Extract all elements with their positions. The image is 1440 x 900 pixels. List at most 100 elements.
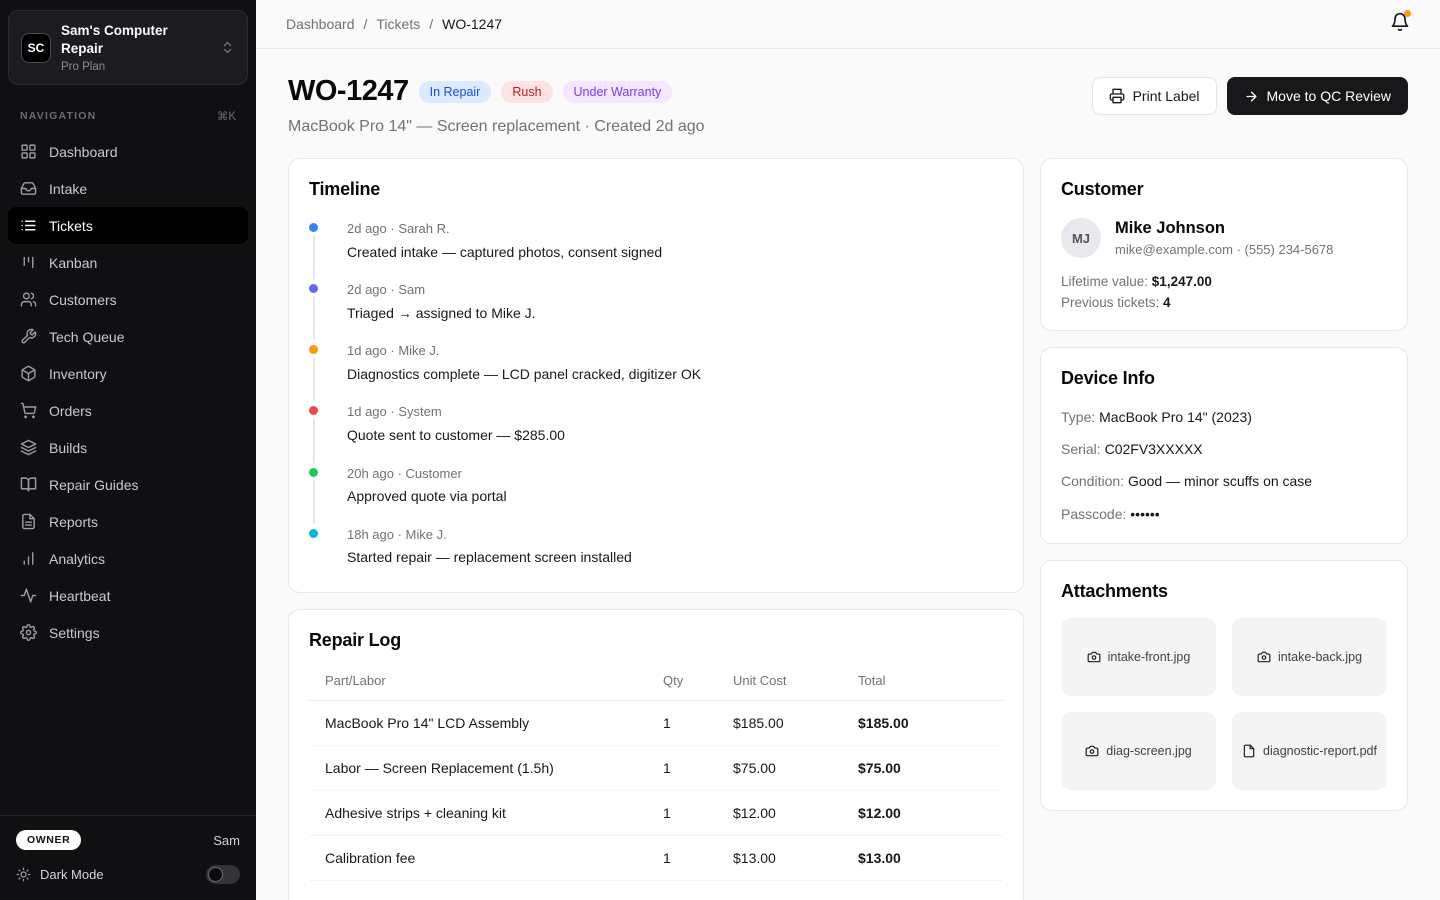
file-icon bbox=[20, 513, 37, 530]
cell-total: $185.00 bbox=[858, 700, 1003, 745]
nav-header: NAVIGATION ⌘K bbox=[8, 109, 248, 123]
book-icon bbox=[20, 476, 37, 493]
sidebar-item-label: Orders bbox=[49, 403, 92, 419]
camera-icon bbox=[1257, 650, 1271, 664]
ticket-subtitle: MacBook Pro 14" — Screen replacement · C… bbox=[288, 118, 705, 136]
timeline-event-text: Started repair — replacement screen inst… bbox=[347, 548, 1003, 568]
customer-identity: Mike Johnson mike@example.com · (555) 23… bbox=[1115, 219, 1333, 257]
dark-mode-toggle[interactable] bbox=[206, 865, 240, 884]
breadcrumb-current: WO-1247 bbox=[442, 16, 502, 32]
cell-total: $12.00 bbox=[858, 790, 1003, 835]
camera-icon bbox=[1085, 744, 1099, 758]
device-condition-row: Condition: Good — minor scuffs on case bbox=[1061, 472, 1387, 490]
content-grid: Timeline 2d ago · Sarah R. Created intak… bbox=[288, 158, 1408, 900]
attachments-card: Attachments intake-front.jpg intake-back… bbox=[1040, 560, 1408, 811]
attachment-tile[interactable]: intake-back.jpg bbox=[1232, 618, 1387, 696]
sidebar-item-reports[interactable]: Reports bbox=[8, 503, 248, 540]
move-to-qc-button[interactable]: Move to QC Review bbox=[1227, 77, 1408, 115]
timeline-event-meta: 2d ago · Sam bbox=[347, 281, 1003, 299]
page-title: WO-1247 bbox=[288, 75, 409, 108]
sidebar: SC Sam's Computer Repair Pro Plan NAVIGA… bbox=[0, 0, 256, 900]
main-area: Dashboard / Tickets / WO-1247 WO-1247 In… bbox=[256, 0, 1440, 900]
attachments-grid: intake-front.jpg intake-back.jpg diag-sc… bbox=[1061, 618, 1387, 790]
sidebar-item-tickets[interactable]: Tickets bbox=[8, 207, 248, 244]
sidebar-item-intake[interactable]: Intake bbox=[8, 170, 248, 207]
sidebar-item-heartbeat[interactable]: Heartbeat bbox=[8, 577, 248, 614]
sidebar-item-customers[interactable]: Customers bbox=[8, 281, 248, 318]
notifications-button[interactable] bbox=[1390, 12, 1410, 37]
attachment-tile[interactable]: diagnostic-report.pdf bbox=[1232, 712, 1387, 790]
activity-icon bbox=[20, 587, 37, 604]
timeline-event: 2d ago · Sam Triaged → assigned to Mike … bbox=[309, 281, 1003, 342]
customer-title: Customer bbox=[1061, 179, 1387, 200]
device-passcode-row: Passcode: •••••• bbox=[1061, 505, 1387, 523]
timeline-event-text: Triaged → assigned to Mike J. bbox=[347, 304, 1003, 324]
device-type-value: MacBook Pro 14" (2023) bbox=[1099, 409, 1252, 425]
timeline-dot bbox=[309, 284, 318, 293]
breadcrumb-dashboard[interactable]: Dashboard bbox=[286, 16, 355, 32]
customer-name: Mike Johnson bbox=[1115, 219, 1333, 238]
sidebar-item-label: Tickets bbox=[49, 218, 93, 234]
device-passcode-value: •••••• bbox=[1130, 506, 1159, 522]
sidebar-item-dashboard[interactable]: Dashboard bbox=[8, 133, 248, 170]
status-badge-under-warranty: Under Warranty bbox=[563, 81, 673, 103]
breadcrumb: Dashboard / Tickets / WO-1247 bbox=[286, 16, 502, 32]
cell-qty: 1 bbox=[663, 700, 733, 745]
device-type-label: Type: bbox=[1061, 409, 1099, 425]
timeline-dot bbox=[309, 529, 318, 538]
sidebar-item-label: Analytics bbox=[49, 551, 105, 567]
file-icon bbox=[1242, 744, 1256, 758]
timeline-dot bbox=[309, 406, 318, 415]
sidebar-item-kanban[interactable]: Kanban bbox=[8, 244, 248, 281]
camera-icon bbox=[1087, 650, 1101, 664]
cell-part: Calibration fee bbox=[309, 835, 663, 880]
attachment-tile[interactable]: diag-screen.jpg bbox=[1061, 712, 1216, 790]
column-header: Qty bbox=[663, 659, 733, 701]
sidebar-item-label: Repair Guides bbox=[49, 477, 139, 493]
sidebar-item-repair-guides[interactable]: Repair Guides bbox=[8, 466, 248, 503]
attachment-name: diagnostic-report.pdf bbox=[1263, 744, 1377, 758]
sidebar-item-inventory[interactable]: Inventory bbox=[8, 355, 248, 392]
timeline-event: 18h ago · Mike J. Started repair — repla… bbox=[309, 526, 1003, 572]
previous-tickets-label: Previous tickets: bbox=[1061, 295, 1163, 310]
nav-section-label: NAVIGATION bbox=[20, 110, 96, 122]
workspace-switcher[interactable]: SC Sam's Computer Repair Pro Plan bbox=[8, 10, 248, 85]
breadcrumb-separator: / bbox=[429, 16, 433, 32]
device-type-row: Type: MacBook Pro 14" (2023) bbox=[1061, 408, 1387, 426]
timeline-event-meta: 1d ago · Mike J. bbox=[347, 342, 1003, 360]
cell-unit-cost: $75.00 bbox=[733, 745, 858, 790]
print-label-button[interactable]: Print Label bbox=[1092, 77, 1217, 115]
sidebar-item-label: Reports bbox=[49, 514, 98, 530]
device-info-card: Device Info Type: MacBook Pro 14" (2023)… bbox=[1040, 347, 1408, 544]
toggle-knob bbox=[208, 867, 223, 882]
status-badge-in-repair: In Repair bbox=[419, 81, 492, 103]
cart-icon bbox=[20, 402, 37, 419]
sidebar-item-builds[interactable]: Builds bbox=[8, 429, 248, 466]
box-icon bbox=[20, 365, 37, 382]
cell-qty: 1 bbox=[663, 745, 733, 790]
sidebar-item-settings[interactable]: Settings bbox=[8, 614, 248, 651]
sidebar-nav: NAVIGATION ⌘K Dashboard Intake Tickets K… bbox=[0, 109, 256, 651]
timeline-dot bbox=[309, 468, 318, 477]
sidebar-item-label: Kanban bbox=[49, 255, 97, 271]
column-header: Total bbox=[858, 659, 1003, 701]
sidebar-item-analytics[interactable]: Analytics bbox=[8, 540, 248, 577]
kanban-icon bbox=[20, 254, 37, 271]
breadcrumb-tickets[interactable]: Tickets bbox=[376, 16, 420, 32]
timeline-list: 2d ago · Sarah R. Created intake — captu… bbox=[309, 220, 1003, 572]
breadcrumb-separator: / bbox=[364, 16, 368, 32]
header-actions: Print Label Move to QC Review bbox=[1092, 77, 1408, 115]
cell-total: $75.00 bbox=[858, 745, 1003, 790]
attachment-tile[interactable]: intake-front.jpg bbox=[1061, 618, 1216, 696]
timeline-event: 20h ago · Customer Approved quote via po… bbox=[309, 465, 1003, 526]
table-header-row: Part/Labor Qty Unit Cost Total bbox=[309, 659, 1003, 701]
sidebar-item-tech-queue[interactable]: Tech Queue bbox=[8, 318, 248, 355]
move-to-qc-text: Move to QC Review bbox=[1267, 88, 1391, 104]
sidebar-item-orders[interactable]: Orders bbox=[8, 392, 248, 429]
attachment-name: intake-front.jpg bbox=[1108, 650, 1191, 664]
timeline-event-meta: 20h ago · Customer bbox=[347, 465, 1003, 483]
repair-log-table: Part/Labor Qty Unit Cost Total MacBook P… bbox=[309, 659, 1003, 881]
title-block: WO-1247 In Repair Rush Under Warranty Ma… bbox=[288, 75, 705, 136]
timeline-event-meta: 18h ago · Mike J. bbox=[347, 526, 1003, 544]
timeline-event: 2d ago · Sarah R. Created intake — captu… bbox=[309, 220, 1003, 281]
